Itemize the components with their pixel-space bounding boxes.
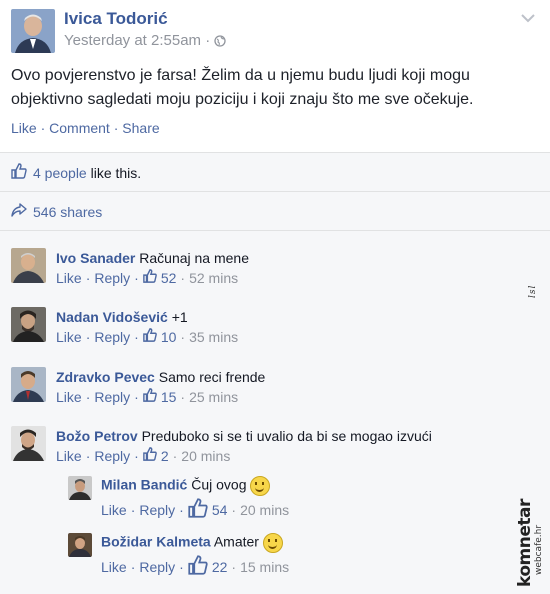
likes-suffix: like this. [86, 164, 142, 181]
likes-count-link[interactable]: 4 people [33, 165, 87, 181]
comment-like-count[interactable]: 10 [161, 329, 177, 345]
reply-reply-link[interactable]: Reply [139, 559, 175, 575]
action-separator: · [40, 120, 46, 136]
comment-like-count[interactable]: 15 [161, 389, 177, 405]
reply-like-link[interactable]: Like [101, 559, 127, 575]
comment-reply-link[interactable]: Reply [94, 448, 130, 464]
reply-time[interactable]: 15 mins [240, 559, 289, 575]
commenter-name[interactable]: Zdravko Pevec [56, 369, 155, 385]
reply-text: Amater [213, 533, 259, 550]
replier-avatar[interactable] [68, 533, 92, 557]
shares-count[interactable]: 546 shares [33, 204, 102, 220]
likes-summary: 4 people like this. [11, 163, 141, 182]
author-avatar[interactable] [11, 9, 55, 53]
post-time[interactable]: Yesterday at 2:55am [64, 32, 201, 49]
comment-text: Samo reci frende [158, 369, 266, 385]
commenter-avatar[interactable] [11, 307, 46, 342]
komnetar-watermark: komnetar webcafe.hr [515, 495, 545, 589]
commenter-name[interactable]: Ivo Sanader [56, 250, 135, 266]
chevron-down-icon[interactable] [520, 10, 536, 28]
reply-like-count[interactable]: 22 [212, 559, 228, 575]
author-name[interactable]: Ivica Todorić [64, 9, 168, 29]
thumbs-up-icon [143, 269, 157, 286]
thumbs-up-icon [188, 555, 208, 578]
comment-like-link[interactable]: Like [56, 270, 82, 286]
comment-like-link[interactable]: Like [56, 448, 82, 464]
comment-like-count[interactable]: 2 [161, 448, 169, 464]
comment-time[interactable]: 25 mins [189, 389, 238, 405]
thumbs-up-icon [143, 388, 157, 405]
replier-name[interactable]: Milan Bandić [101, 477, 187, 493]
shares-summary-bar: 546 shares [0, 191, 550, 231]
commenter-avatar[interactable] [11, 367, 46, 402]
time-separator: · [205, 32, 211, 49]
share-arrow-icon [11, 203, 27, 220]
reply-like-count[interactable]: 54 [212, 502, 228, 518]
watermark-sub: webcafe.hr [534, 524, 544, 575]
replier-avatar[interactable] [68, 476, 92, 500]
comment-text: +1 [171, 309, 188, 325]
commenter-name[interactable]: Nadan Vidošević [56, 309, 168, 325]
comment-like-link[interactable]: Like [56, 329, 82, 345]
post-timestamp[interactable]: Yesterday at 2:55am · [64, 32, 227, 51]
comment-reply-link[interactable]: Reply [94, 329, 130, 345]
shares-summary[interactable]: 546 shares [11, 203, 102, 220]
thumbs-up-icon [143, 447, 157, 464]
thumbs-up-icon [188, 498, 208, 521]
comment-like-link[interactable]: Like [56, 389, 82, 405]
comment-link[interactable]: Comment [49, 120, 110, 136]
commenter-avatar[interactable] [11, 248, 46, 283]
thumbs-up-icon [143, 328, 157, 345]
reply-text: Čuj ovog [191, 476, 247, 493]
reply-time[interactable]: 20 mins [240, 502, 289, 518]
commenter-avatar[interactable] [11, 426, 46, 461]
post-actions: Like · Comment · Share [11, 120, 160, 136]
smiley-icon [262, 533, 283, 553]
comment-reply-link[interactable]: Reply [94, 389, 130, 405]
share-link[interactable]: Share [122, 120, 159, 136]
smiley-icon [250, 476, 271, 496]
comment-text: Računaj na mene [139, 250, 250, 266]
comment-time[interactable]: 52 mins [189, 270, 238, 286]
watermark-brand: komnetar [515, 499, 535, 587]
reply-like-link[interactable]: Like [101, 502, 127, 518]
reply-reply-link[interactable]: Reply [139, 502, 175, 518]
thumbs-up-icon [11, 163, 27, 182]
comment-reply-link[interactable]: Reply [94, 270, 130, 286]
like-link[interactable]: Like [11, 120, 37, 136]
action-separator: · [113, 120, 119, 136]
comment-like-count[interactable]: 52 [161, 270, 177, 286]
post-text: Ovo povjerenstvo je farsa! Želim da u nj… [11, 67, 474, 108]
replier-name[interactable]: Božidar Kalmeta [101, 534, 211, 550]
likes-summary-bar: 4 people like this. [0, 152, 550, 191]
side-signature: lsl [528, 284, 538, 298]
comment-time[interactable]: 35 mins [189, 329, 238, 345]
globe-icon [214, 34, 227, 51]
comment-text: Preduboko si se ti uvalio da bi se mogao… [141, 428, 432, 444]
commenter-name[interactable]: Božo Petrov [56, 428, 138, 444]
comment-time[interactable]: 20 mins [181, 448, 230, 464]
